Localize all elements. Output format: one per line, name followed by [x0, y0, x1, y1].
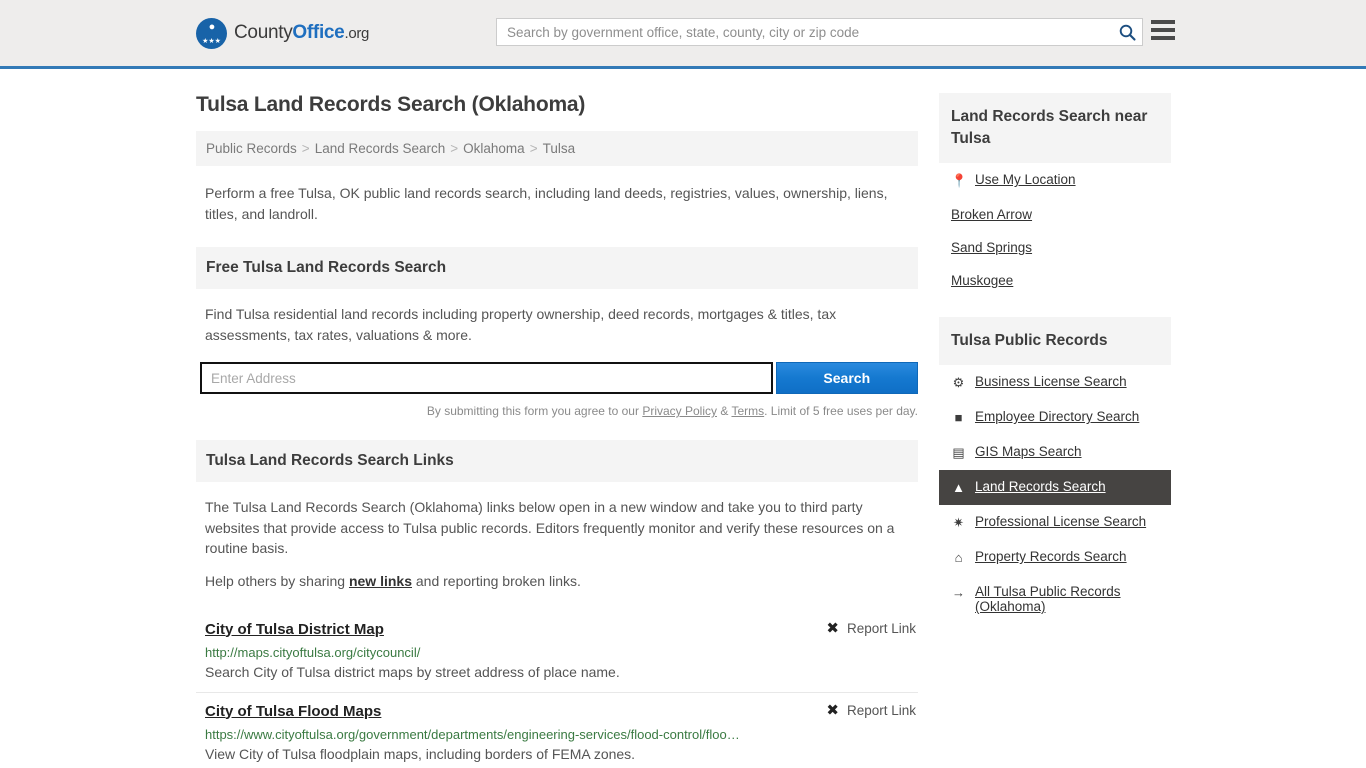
sidebar-near-label[interactable]: Use My Location: [975, 172, 1076, 187]
result-item: City of Tulsa Flood Maps ✖ Report Link h…: [196, 691, 918, 768]
unlink-icon: ✖: [826, 619, 839, 637]
sidebar-records-label[interactable]: Employee Directory Search: [975, 409, 1139, 424]
sidebar-records-label[interactable]: Professional License Search: [975, 514, 1146, 529]
brand-wordmark: CountyOffice.org: [234, 22, 369, 44]
report-link-label: Report Link: [846, 620, 916, 636]
main-content: Tulsa Land Records Search (Oklahoma) Pub…: [196, 69, 918, 768]
arrow-right-icon: →: [952, 585, 965, 600]
gears-icon: ⚙: [952, 375, 965, 390]
brand-part-office: Office: [292, 22, 345, 43]
breadcrumb-item-land-records-search[interactable]: Land Records Search: [315, 141, 446, 156]
result-url: http://maps.cityoftulsa.org/citycouncil/: [205, 644, 421, 660]
disclaimer-amp: &: [717, 404, 732, 418]
address-search-button[interactable]: Search: [775, 362, 918, 394]
page-title: Tulsa Land Records Search (Oklahoma): [196, 93, 586, 116]
sidebar-item-land-records-search[interactable]: ▲ Land Records Search: [939, 470, 1171, 505]
result-description: Search City of Tulsa district maps by st…: [205, 663, 620, 680]
report-link-button[interactable]: ✖ Report Link: [826, 703, 916, 718]
map-pin-icon: 📍: [951, 173, 968, 188]
disclaimer-prefix: By submitting this form you agree to our: [426, 404, 643, 418]
hamburger-menu-icon[interactable]: [1151, 20, 1175, 40]
sidebar-item-all-tulsa-public-records[interactable]: → All Tulsa Public Records (Oklahoma): [939, 575, 1171, 623]
breadcrumb: Public Records > Land Records Search > Oklah…: [196, 131, 918, 166]
help-share-line: Help others by sharing new links and rep…: [196, 573, 918, 589]
sidebar-records-list: ⚙ Business License Search ■ Employee Dir…: [939, 365, 1171, 623]
sidebar-records-label[interactable]: GIS Maps Search: [975, 444, 1082, 459]
sidebar-item-business-license-search[interactable]: ⚙ Business License Search: [939, 365, 1171, 400]
page-body: Tulsa Land Records Search (Oklahoma) Pub…: [0, 69, 1366, 768]
unlink-icon: ✖: [826, 701, 839, 719]
sidebar-records-heading: Tulsa Public Records: [939, 317, 1171, 365]
sidebar-item-broken-arrow[interactable]: Broken Arrow: [939, 198, 1171, 231]
sidebar-records-label[interactable]: Property Records Search: [975, 549, 1127, 564]
sidebar-item-use-my-location[interactable]: 📍 Use My Location: [939, 163, 1171, 198]
site-header: ● ★★★ CountyOffice.org: [0, 0, 1366, 69]
sidebar-near-list: 📍 Use My Location Broken Arrow Sand Spri…: [939, 163, 1171, 297]
site-logo[interactable]: ● ★★★ CountyOffice.org: [196, 17, 369, 49]
result-item: City of Tulsa District Map ✖ Report Link…: [196, 611, 918, 692]
sidebar-item-employee-directory-search[interactable]: ■ Employee Directory Search: [939, 400, 1171, 435]
brand-part-org: .org: [344, 25, 370, 42]
breadcrumb-separator: >: [450, 141, 459, 156]
eagle-seal-icon: ● ★★★: [196, 17, 227, 49]
terms-link[interactable]: Terms: [731, 404, 764, 418]
privacy-policy-link[interactable]: Privacy Policy: [642, 404, 717, 418]
breadcrumb-item-oklahoma[interactable]: Oklahoma: [463, 141, 525, 156]
sidebar-near-label[interactable]: Broken Arrow: [951, 207, 1032, 222]
breadcrumb-item-public-records[interactable]: Public Records: [206, 141, 297, 156]
header-search-box[interactable]: [496, 18, 1143, 46]
disclaimer-suffix: . Limit of 5 free uses per day.: [764, 404, 918, 418]
result-title-link[interactable]: City of Tulsa District Map: [205, 621, 384, 638]
links-section-description: The Tulsa Land Records Search (Oklahoma)…: [205, 499, 895, 556]
sidebar: Land Records Search near Tulsa 📍 Use My …: [939, 69, 1171, 623]
id-card-icon: ■: [954, 410, 963, 425]
links-section-heading: Tulsa Land Records Search Links: [196, 440, 918, 482]
sidebar-near-label[interactable]: Muskogee: [951, 273, 1013, 288]
address-search-input[interactable]: [200, 362, 773, 394]
results-list: City of Tulsa District Map ✖ Report Link…: [196, 611, 918, 768]
brand-part-county: County: [234, 22, 293, 43]
form-disclaimer: By submitting this form you agree to our…: [196, 404, 918, 418]
help-prefix: Help others by sharing: [205, 572, 349, 589]
home-icon: ⌂: [954, 550, 963, 565]
breadcrumb-item-tulsa[interactable]: Tulsa: [543, 141, 576, 156]
sidebar-item-gis-maps-search[interactable]: ▤ GIS Maps Search: [939, 435, 1171, 470]
breadcrumb-separator: >: [301, 141, 310, 156]
free-search-description: Find Tulsa residential land records incl…: [205, 306, 837, 343]
sidebar-item-muskogee[interactable]: Muskogee: [939, 264, 1171, 297]
search-icon[interactable]: [1112, 19, 1142, 45]
map-icon: ▤: [952, 445, 965, 460]
breadcrumb-separator: >: [529, 141, 538, 156]
sidebar-near-heading: Land Records Search near Tulsa: [939, 93, 1171, 163]
certificate-icon: ✷: [953, 515, 964, 530]
sidebar-item-sand-springs[interactable]: Sand Springs: [939, 231, 1171, 264]
result-description: View City of Tulsa floodplain maps, incl…: [205, 745, 636, 762]
sidebar-item-property-records-search[interactable]: ⌂ Property Records Search: [939, 540, 1171, 575]
new-links-link[interactable]: new links: [349, 573, 412, 589]
sidebar-item-professional-license-search[interactable]: ✷ Professional License Search: [939, 505, 1171, 540]
sidebar-near-label[interactable]: Sand Springs: [951, 240, 1032, 255]
report-link-label: Report Link: [846, 702, 916, 718]
help-suffix: and reporting broken links.: [412, 572, 581, 589]
sidebar-records-label[interactable]: Land Records Search: [975, 479, 1106, 494]
address-search-form: Search: [200, 362, 918, 394]
result-title-link[interactable]: City of Tulsa Flood Maps: [205, 703, 381, 720]
result-url: https://www.cityoftulsa.org/government/d…: [205, 726, 740, 742]
sidebar-records-label[interactable]: All Tulsa Public Records (Oklahoma): [975, 584, 1159, 614]
report-link-button[interactable]: ✖ Report Link: [826, 621, 916, 636]
tree-icon: ▲: [952, 480, 965, 495]
page-intro-text: Perform a free Tulsa, OK public land rec…: [205, 185, 888, 222]
free-search-heading: Free Tulsa Land Records Search: [196, 247, 918, 289]
sidebar-records-label[interactable]: Business License Search: [975, 374, 1127, 389]
header-search-input[interactable]: [497, 24, 1112, 40]
